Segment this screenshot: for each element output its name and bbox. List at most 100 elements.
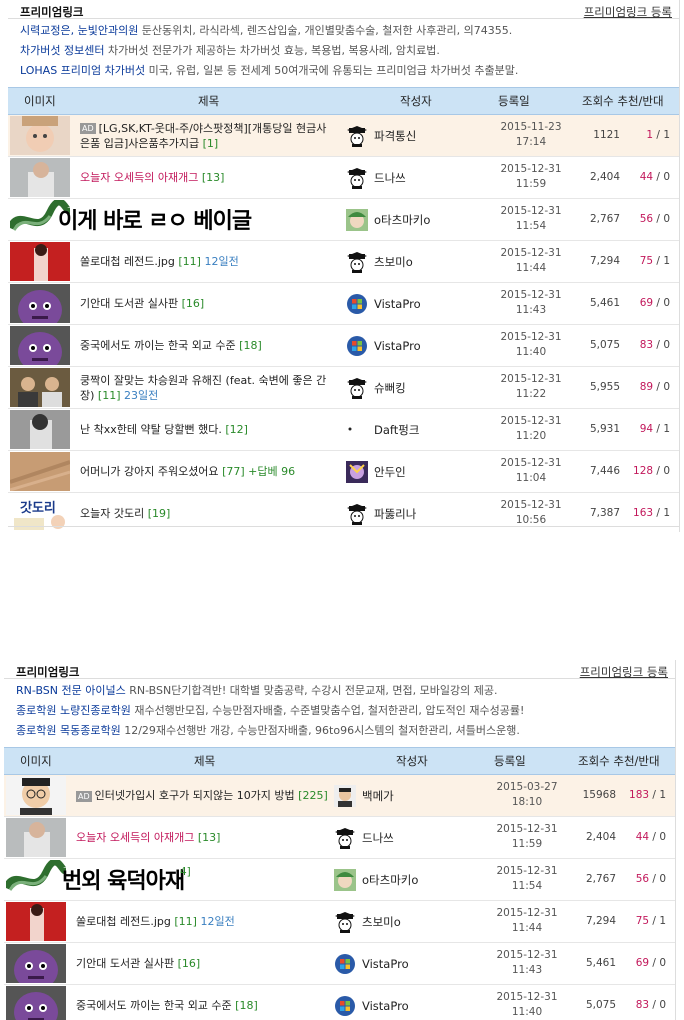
post-date-time: 11:44: [511, 922, 543, 934]
author-name[interactable]: 안두인: [374, 464, 406, 480]
post-title[interactable]: 기안대 도서관 실사판: [76, 957, 174, 970]
post-date-time: 11:43: [511, 964, 543, 976]
post-thumbnail[interactable]: [6, 860, 66, 899]
post-title-cell[interactable]: 오늘자 오세득의 아재개그 [13]: [76, 817, 331, 858]
post-thumbnail[interactable]: [6, 902, 66, 941]
col-views-rec: 조회수 추천/반대: [578, 754, 660, 768]
post-title[interactable]: 오늘자 갓도리: [80, 507, 144, 520]
post-title-cell[interactable]: 중국에서도 까이는 한국 외교 수준 [18]: [76, 985, 331, 1020]
post-thumbnail[interactable]: [10, 368, 70, 407]
author-name[interactable]: Daft펑크: [374, 422, 419, 438]
post-thumbnail[interactable]: [10, 326, 70, 365]
post-thumbnail[interactable]: [10, 284, 70, 323]
post-title-cell[interactable]: 쏠로대첩 레전드.jpg [11] 12일전: [76, 901, 331, 942]
view-count: 5,461: [585, 957, 616, 969]
author-name[interactable]: 백메가: [362, 788, 394, 804]
post-thumbnail[interactable]: [6, 986, 66, 1020]
author-cell[interactable]: o타츠마키o: [334, 859, 418, 900]
post-title-cell[interactable]: AD 인터넷가입시 호구가 되지않는 10가지 방법 [225]: [76, 775, 331, 816]
author-name[interactable]: 드나쓰: [362, 830, 394, 846]
author-name[interactable]: 츠보미o: [374, 254, 413, 270]
table-row[interactable]: 쏠로대첩 레전드.jpg [11] 12일전 츠보미o 2015-12-31 11:…: [4, 901, 676, 943]
premium-item-link[interactable]: RN-BSN 전문 아이널스: [16, 684, 126, 697]
post-title-cell[interactable]: 쏠로대첩 레전드.jpg [11] 12일전: [80, 241, 335, 282]
ad-badge: AD: [80, 123, 96, 134]
post-thumbnail[interactable]: [6, 944, 66, 983]
post-thumbnail[interactable]: [10, 158, 70, 197]
post-title-cell[interactable]: 오늘자 오세득의 아재개그 [13]: [80, 157, 335, 198]
post-title[interactable]: 어머니가 강아지 주워오셨어요: [80, 465, 219, 478]
post-thumbnail[interactable]: [10, 410, 70, 449]
author-name[interactable]: o타츠마키o: [374, 212, 430, 228]
table-row[interactable]: 중국에서도 까이는 한국 외교 수준 [18] VistaPro 2015-12-…: [4, 985, 676, 1020]
author-cell[interactable]: 파격통신: [346, 115, 416, 156]
post-title[interactable]: 오늘자 오세득의 아재개그: [76, 831, 194, 844]
author-name[interactable]: 파뚫리나: [374, 506, 416, 522]
ad-post-row[interactable]: AD 인터넷가입시 호구가 되지않는 10가지 방법 [225] 백메가 2015-…: [4, 775, 676, 817]
post-title[interactable]: 쏠로대첩 레전드.jpg: [76, 915, 171, 928]
table-row[interactable]: 어머니가 강아지 주워오셨어요 [77] +답베 96 안두인 2015-12-31…: [8, 451, 680, 493]
post-title[interactable]: 인터넷가입시 호구가 되지않는 10가지 방법: [95, 789, 295, 802]
author-cell[interactable]: 드나쓰: [334, 817, 394, 858]
comment-count: [12]: [225, 423, 248, 436]
author-name[interactable]: 파격통신: [374, 128, 416, 144]
post-title[interactable]: 중국에서도 까이는 한국 외교 수준: [80, 339, 236, 352]
table-row[interactable]: 쿵짝이 잘맞는 차승원과 유해진 (feat. 숙변에 좋은 간장) [11] …: [8, 367, 680, 409]
post-title-cell[interactable]: 어머니가 강아지 주워오셨어요 [77] +답베 96: [80, 451, 335, 492]
author-name[interactable]: VistaPro: [362, 999, 409, 1013]
table-row[interactable]: 오늘자 오세득의 아재개그 [13] 드나쓰 2015-12-31 11:59 2,4…: [8, 157, 680, 199]
post-title-cell[interactable]: 쿵짝이 잘맞는 차승원과 유해진 (feat. 숙변에 좋은 간장) [11] …: [80, 367, 335, 408]
author-cell[interactable]: VistaPro: [334, 985, 409, 1020]
post-title[interactable]: 기안대 도서관 실사판: [80, 297, 178, 310]
post-title[interactable]: 난 착xx한테 약탈 당할뻔 했다.: [80, 423, 222, 436]
author-cell[interactable]: 츠보미o: [346, 241, 413, 282]
post-title-cell[interactable]: 난 착xx한테 약탈 당할뻔 했다. [12]: [80, 409, 335, 450]
premium-register-link[interactable]: 프리미엄링크 등록: [584, 4, 672, 20]
table-row[interactable]: 기안대 도서관 실사판 [16] VistaPro 2015-12-31 11:43…: [8, 283, 680, 325]
downvote-count: 0: [663, 339, 670, 351]
author-cell[interactable]: 백메가: [334, 775, 394, 816]
post-thumbnail[interactable]: [6, 818, 66, 857]
author-name[interactable]: VistaPro: [374, 339, 421, 353]
author-name[interactable]: o타츠마키o: [362, 872, 418, 888]
author-cell[interactable]: VistaPro: [334, 943, 409, 984]
post-title-cell[interactable]: 기안대 도서관 실사판 [16]: [80, 283, 335, 324]
post-title-cell[interactable]: 기안대 도서관 실사판 [16]: [76, 943, 331, 984]
premium-item-link[interactable]: 차가버섯 정보센터: [20, 44, 104, 57]
table-row[interactable]: 중국에서도 까이는 한국 외교 수준 [18] VistaPro 2015-12-…: [8, 325, 680, 367]
ad-post-row[interactable]: AD [LG,SK,KT-웃대-주/야스팟정책][개통당일 현금사은품 입금]사은…: [8, 115, 680, 157]
premium-item-link[interactable]: 시력교정은, 눈빛안과의원: [20, 24, 138, 37]
author-cell[interactable]: Daft펑크: [346, 409, 419, 450]
author-name[interactable]: VistaPro: [362, 957, 409, 971]
author-cell[interactable]: o타츠마키o: [346, 199, 430, 240]
post-title-cell[interactable]: 중국에서도 까이는 한국 외교 수준 [18]: [80, 325, 335, 366]
table-row[interactable]: 난 착xx한테 약탈 당할뻔 했다. [12] Daft펑크 2015-12-31…: [8, 409, 680, 451]
premium-item-link[interactable]: LOHAS 프리미엄 차가버섯: [20, 64, 145, 77]
post-title[interactable]: 중국에서도 까이는 한국 외교 수준: [76, 999, 232, 1012]
table-row[interactable]: 기안대 도서관 실사판 [16] VistaPro 2015-12-31 11:43…: [4, 943, 676, 985]
col-image: 이미지: [24, 94, 56, 108]
post-thumbnail[interactable]: [10, 242, 70, 281]
comment-count: [16]: [181, 297, 205, 310]
author-name[interactable]: 드나쓰: [374, 170, 406, 186]
post-title-cell[interactable]: AD [LG,SK,KT-웃대-주/야스팟정책][개통당일 현금사은품 입금]사은…: [80, 115, 335, 156]
author-cell[interactable]: 츠보미o: [334, 901, 401, 942]
author-name[interactable]: VistaPro: [374, 297, 421, 311]
post-thumbnail[interactable]: [10, 452, 70, 491]
premium-item-link[interactable]: 종로학원 목동종로학원: [16, 724, 121, 737]
post-title[interactable]: 오늘자 오세득의 아재개그: [80, 171, 198, 184]
post-thumbnail[interactable]: [6, 776, 66, 815]
table-row[interactable]: 오늘자 오세득의 아재개그 [13] 드나쓰 2015-12-31 11:59 2,4…: [4, 817, 676, 859]
premium-register-link[interactable]: 프리미엄링크 등록: [580, 664, 668, 680]
premium-item-link[interactable]: 종로학원 노량진종로학원: [16, 704, 131, 717]
author-cell[interactable]: 슈뻐킹: [346, 367, 406, 408]
table-row[interactable]: 쏠로대첩 레전드.jpg [11] 12일전 츠보미o 2015-12-31 11:…: [8, 241, 680, 283]
author-cell[interactable]: 안두인: [346, 451, 406, 492]
author-name[interactable]: 슈뻐킹: [374, 380, 406, 396]
post-thumbnail[interactable]: [10, 116, 70, 155]
author-cell[interactable]: 드나쓰: [346, 157, 406, 198]
author-cell[interactable]: VistaPro: [346, 325, 421, 366]
author-name[interactable]: 츠보미o: [362, 914, 401, 930]
post-title[interactable]: 쏠로대첩 레전드.jpg: [80, 255, 175, 268]
author-cell[interactable]: VistaPro: [346, 283, 421, 324]
